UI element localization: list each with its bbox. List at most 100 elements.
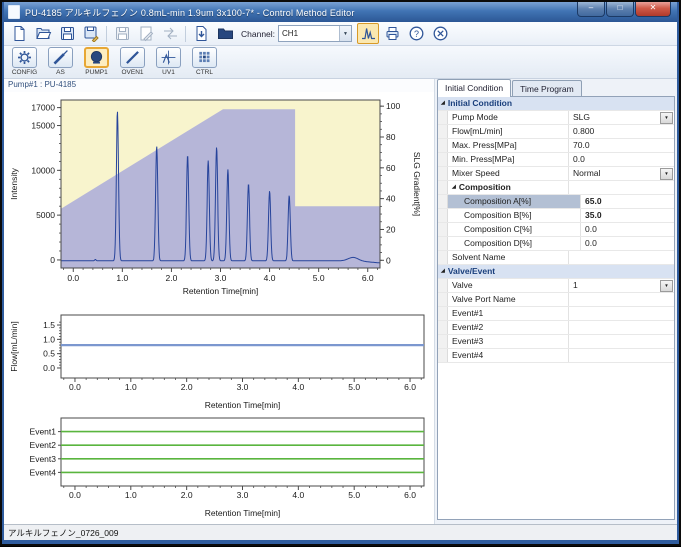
- property-row-mixer-speed[interactable]: Mixer SpeedNormal▼: [438, 167, 674, 181]
- svg-text:SLG Gradient[%]: SLG Gradient[%]: [412, 152, 422, 216]
- property-row-solvent-name[interactable]: Solvent Name: [438, 251, 674, 265]
- expand-triangle-icon[interactable]: ◢: [452, 181, 456, 194]
- chevron-down-icon[interactable]: ▼: [339, 26, 351, 41]
- property-name: Mixer Speed: [448, 167, 569, 180]
- property-row-composition-d-[interactable]: Composition D[%]0.0: [438, 237, 674, 251]
- status-bar: アルキルフェノン_0726_009: [4, 524, 677, 540]
- property-row-composition-b-[interactable]: Composition B[%]35.0: [438, 209, 674, 223]
- dropdown-arrow-icon[interactable]: ▼: [660, 280, 673, 292]
- property-row-event-4[interactable]: Event#4: [438, 349, 674, 363]
- svg-text:17000: 17000: [31, 103, 55, 113]
- dropdown-arrow-icon[interactable]: ▼: [660, 112, 673, 124]
- property-value-field[interactable]: SLG▼: [569, 111, 674, 124]
- row-gutter: [438, 153, 448, 166]
- property-value-field[interactable]: 0.800: [569, 125, 674, 138]
- minimize-button[interactable]: –: [577, 2, 605, 17]
- svg-text:5.0: 5.0: [348, 490, 360, 500]
- dropdown-arrow-icon[interactable]: ▼: [660, 168, 673, 180]
- row-gutter: [438, 321, 448, 334]
- app-icon: [8, 5, 20, 19]
- expand-triangle-icon[interactable]: ◢: [441, 97, 445, 110]
- svg-text:?: ?: [414, 29, 419, 39]
- property-row-max-press-mpa-[interactable]: Max. Press[MPa]70.0: [438, 139, 674, 153]
- property-value-field[interactable]: 70.0: [569, 139, 674, 152]
- module-toolbar: CONFIGAS PUMP1 OVEN1UV1CTRL: [4, 46, 677, 79]
- property-value-field[interactable]: [569, 307, 674, 320]
- channel-label: Channel:: [241, 29, 275, 39]
- new-method-icon[interactable]: [8, 23, 30, 44]
- monitor-display-icon[interactable]: [357, 23, 379, 44]
- print-icon[interactable]: [381, 23, 403, 44]
- uv-detector-icon: [156, 47, 181, 68]
- svg-text:6.0: 6.0: [362, 273, 374, 283]
- property-value-field[interactable]: Normal▼: [569, 167, 674, 180]
- open-method-icon[interactable]: [32, 23, 54, 44]
- window-controls: – □ ✕: [576, 2, 671, 17]
- property-row-composition-c-[interactable]: Composition C[%]0.0: [438, 223, 674, 237]
- property-row-valve-port-name[interactable]: Valve Port Name: [438, 293, 674, 307]
- subgroup-row-composition[interactable]: ◢Composition: [438, 181, 674, 195]
- download-method-icon[interactable]: [190, 23, 212, 44]
- save-method-icon[interactable]: [56, 23, 78, 44]
- property-row-composition-a-[interactable]: Composition A[%]65.0: [438, 195, 674, 209]
- property-row-event-1[interactable]: Event#1: [438, 307, 674, 321]
- group-row-valve-event[interactable]: ◢Valve/Event: [438, 265, 674, 279]
- maximize-button[interactable]: □: [606, 2, 634, 17]
- property-row-event-2[interactable]: Event#2: [438, 321, 674, 335]
- property-value-field[interactable]: 35.0: [581, 209, 674, 222]
- property-label: Solvent Name: [452, 251, 505, 264]
- row-gutter: [438, 125, 448, 138]
- window-title: PU-4185 アルキルフェノン 0.8mL-min 1.9um 3x100-7…: [25, 6, 355, 19]
- property-value-field[interactable]: [569, 293, 674, 306]
- property-value-field[interactable]: 0.0: [581, 223, 674, 236]
- module-button-pump1[interactable]: PUMP1: [79, 47, 114, 76]
- row-gutter: [438, 279, 448, 292]
- tab-initial-condition[interactable]: Initial Condition: [437, 79, 511, 97]
- property-value-field[interactable]: 1▼: [569, 279, 674, 292]
- tab-time-program[interactable]: Time Program: [512, 80, 582, 97]
- close-button[interactable]: ✕: [635, 2, 671, 17]
- autosampler-icon: [48, 47, 73, 68]
- property-value-field[interactable]: 65.0: [581, 195, 674, 208]
- property-value-field[interactable]: 0.0: [581, 237, 674, 250]
- property-row-flow-ml-min-[interactable]: Flow[mL/min]0.800: [438, 125, 674, 139]
- property-value-field[interactable]: [569, 335, 674, 348]
- property-value-field[interactable]: [569, 321, 674, 334]
- module-button-ctrl[interactable]: CTRL: [187, 47, 222, 76]
- svg-text:5.0: 5.0: [313, 273, 325, 283]
- row-gutter: [438, 293, 448, 306]
- edit-method-icon: [135, 23, 157, 44]
- module-button-oven1[interactable]: OVEN1: [115, 47, 150, 76]
- help-icon[interactable]: ?: [405, 23, 427, 44]
- row-gutter: [438, 223, 448, 236]
- property-row-min-press-mpa-[interactable]: Min. Press[MPa] 0.0: [438, 153, 674, 167]
- expand-triangle-icon[interactable]: ◢: [441, 265, 445, 278]
- cancel-icon[interactable]: [429, 23, 451, 44]
- property-row-event-3[interactable]: Event#3: [438, 335, 674, 349]
- property-row-valve[interactable]: Valve1▼: [438, 279, 674, 293]
- save-as-method-icon[interactable]: [80, 23, 102, 44]
- svg-text:6.0: 6.0: [404, 382, 416, 392]
- property-name: Composition D[%]: [448, 237, 581, 250]
- module-label: PUMP1: [85, 69, 107, 76]
- property-row-pump-mode[interactable]: Pump ModeSLG▼: [438, 111, 674, 125]
- channel-combobox[interactable]: CH1 ▼: [278, 25, 352, 42]
- module-button-config[interactable]: CONFIG: [7, 47, 42, 76]
- property-value-field[interactable]: [569, 349, 674, 362]
- screen-frame: PU-4185 アルキルフェノン 0.8mL-min 1.9um 3x100-7…: [0, 0, 681, 546]
- module-button-uv1[interactable]: UV1: [151, 47, 186, 76]
- group-row-initial-condition[interactable]: ◢Initial Condition: [438, 97, 674, 111]
- property-value-field[interactable]: 0.0: [569, 153, 674, 166]
- config-gear-icon: [12, 47, 37, 68]
- svg-text:0.0: 0.0: [43, 363, 55, 373]
- row-gutter: [438, 139, 448, 152]
- property-name: Valve Port Name: [448, 293, 569, 306]
- method-tabs: Initial ConditionTime Program: [437, 80, 675, 97]
- module-button-as[interactable]: AS: [43, 47, 78, 76]
- property-label: Event#2: [452, 321, 483, 334]
- svg-text:1.5: 1.5: [43, 320, 55, 330]
- property-value-field[interactable]: [569, 251, 674, 264]
- property-label: Min. Press[MPa]: [452, 153, 514, 166]
- toolbar-separator: [106, 26, 107, 42]
- method-folder-icon[interactable]: [214, 23, 236, 44]
